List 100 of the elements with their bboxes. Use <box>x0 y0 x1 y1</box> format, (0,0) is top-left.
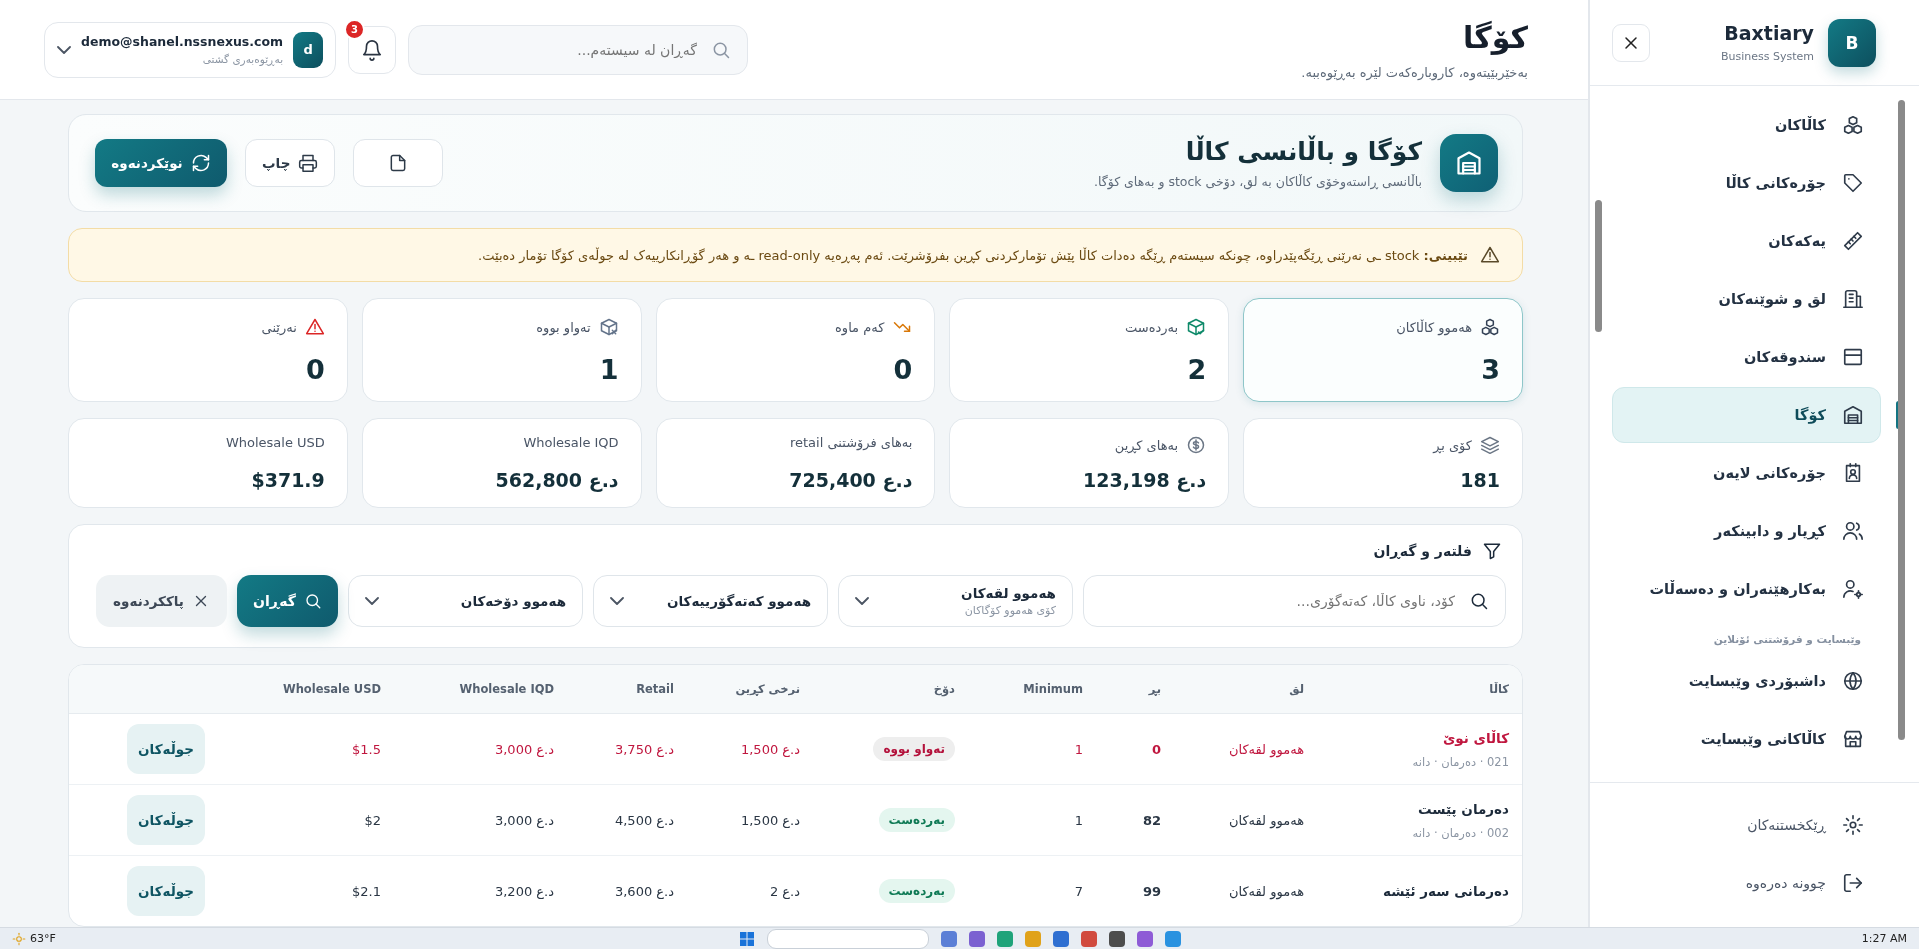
total-value: $371.9 <box>251 469 325 491</box>
tray-icon <box>1842 346 1864 368</box>
total-label: بەهای کڕین <box>1114 437 1179 453</box>
scrollbar[interactable] <box>1595 200 1602 332</box>
sidebar-item[interactable]: کاڵاکان <box>1612 97 1881 153</box>
user-avatar: d <box>293 31 323 68</box>
table-cell-text: 3,600 د.ع <box>613 883 674 899</box>
hero-description: باڵانسی ڕاستەوخۆی کاڵاکان بە لق، دۆخی stock و بەهای کۆگا. <box>1093 174 1422 189</box>
search-icon <box>1469 591 1489 611</box>
status-badge: بەردەست <box>878 879 955 903</box>
brand-tagline: Business System <box>1720 50 1814 63</box>
table-cell-text: 1,500 د.ع <box>739 812 800 828</box>
column-header: لق <box>1288 682 1304 696</box>
table-cell-text: 3,000 د.ع <box>493 812 554 828</box>
filter-title: فلتەر و گەڕان <box>1373 543 1472 559</box>
movements-button[interactable]: جوڵەکان <box>127 795 205 845</box>
export-button[interactable] <box>353 139 444 187</box>
warehouse-icon <box>1842 404 1864 426</box>
search-button[interactable]: گەڕان <box>237 575 338 627</box>
sidebar-item[interactable]: لق و شوێنەکان <box>1612 271 1881 327</box>
user-role: بەڕێوەبەری گشتی <box>202 53 284 65</box>
windows-logo-icon[interactable] <box>738 930 755 947</box>
sidebar-item[interactable]: سندوقەکان <box>1612 329 1881 385</box>
taskbar-app-icon[interactable] <box>940 930 957 947</box>
table-cell-text: 1 <box>1073 812 1083 828</box>
search-input[interactable]: گەڕان لە سیستەم... <box>425 24 699 75</box>
sidebar-item[interactable]: ڕێکخستنەکان <box>1618 797 1881 853</box>
ruler-icon <box>1842 230 1864 252</box>
product-name: دەرمانی سەر ئێشە <box>1383 883 1509 899</box>
taskbar-app-icon[interactable] <box>1108 930 1125 947</box>
warehouse-badge-icon <box>1440 134 1498 192</box>
notice-text: تێبینی: stock ـی نەرێنی ڕێگەپێدراوە، چونکە سیستەم ڕێگە دەدات کاڵا پێش تۆمارکردنی کڕین بفرۆشرێت. ئەم پەڕەیە read-only ـە و هەر گۆڕانکارییەک لە جوڵەی کۆگا تۆمار دەبێت. <box>478 247 1468 263</box>
logout-icon <box>1842 872 1864 894</box>
table-cell-text: 4,500 د.ع <box>613 812 674 828</box>
warning-icon <box>304 317 325 337</box>
close-button[interactable] <box>1612 23 1650 62</box>
boxes-icon <box>1480 317 1500 337</box>
total-label: بەهای فرۆشتنی retail <box>789 435 913 450</box>
tag-icon <box>1842 172 1864 194</box>
stat-value: 1 <box>598 354 619 385</box>
store-icon <box>1842 728 1864 750</box>
page-title: کۆگا <box>1462 19 1528 55</box>
sidebar-item[interactable]: کاڵاکانی وێبسایت <box>1612 711 1881 767</box>
total-value: 562,800 د.ع <box>495 469 619 491</box>
table-cell-text: 0 <box>1150 741 1161 757</box>
printer-icon <box>298 153 319 173</box>
total-value: 181 <box>1460 469 1500 491</box>
movements-button[interactable]: جوڵەکان <box>127 724 205 774</box>
column-header: Wholesale IQD <box>458 682 554 696</box>
total-label: کۆی بڕ <box>1433 437 1472 453</box>
taskbar-app-icon[interactable] <box>968 930 985 947</box>
package-x-icon <box>598 317 619 337</box>
dollar-circle-icon <box>1186 435 1207 455</box>
product-name: کاڵای نوێ <box>1442 729 1509 746</box>
sidebar-item[interactable]: کڕیار و دابینکەر <box>1612 503 1881 559</box>
table-cell-text: 1,500 د.ع <box>739 741 800 757</box>
taskbar-search-field[interactable] <box>766 928 929 949</box>
chevron-down-icon <box>610 597 624 605</box>
sidebar-item[interactable]: جۆرەکانی کاڵا <box>1612 155 1881 211</box>
boxes-icon <box>1842 114 1864 136</box>
search-field[interactable]: گەڕان لە سیستەم... <box>408 24 748 75</box>
hero-title: کۆگا و باڵانسی کاڵا <box>1184 137 1422 166</box>
sidebar-item[interactable]: چوونە دەرەوە <box>1618 855 1881 911</box>
dropdown[interactable]: هەموو لقەکان کۆی هەموو کۆگاکان <box>838 575 1073 627</box>
sidebar-item[interactable]: بەکارهێنەران و دەسەڵات <box>1612 561 1881 617</box>
search-input[interactable]: کۆد، ناوی کاڵا، کەتەگۆری... <box>1100 575 1457 627</box>
taskbar-app-icon[interactable] <box>1136 930 1153 947</box>
globe-icon <box>1842 670 1864 692</box>
sidebar-item[interactable]: داشبۆردی وێبسایت <box>1612 653 1881 709</box>
table-cell-text: هەموو لقەکان <box>1227 883 1304 899</box>
table-cell-text: $2.1 <box>351 883 381 899</box>
dropdown[interactable]: هەموو دۆخەکان <box>348 575 583 627</box>
total-label: Wholesale IQD <box>523 435 619 450</box>
users-icon <box>1842 520 1864 542</box>
user-email: demo@shanel.nssnexus.com <box>81 34 284 49</box>
notifications-button[interactable] <box>348 25 396 74</box>
dropdown[interactable]: هەموو کەتەگۆرییەکان <box>593 575 828 627</box>
table-cell-text: 2 د.ع <box>768 883 800 899</box>
stat-value: 2 <box>1186 354 1207 385</box>
scrollbar[interactable] <box>1898 100 1905 740</box>
sidebar-item[interactable]: کۆگا <box>1612 387 1881 443</box>
search-field[interactable]: کۆد، ناوی کاڵا، کەتەگۆری... <box>1083 575 1506 627</box>
table-cell-text: $2 <box>363 812 381 828</box>
clear-button[interactable]: پاککردنەوە <box>96 575 227 627</box>
taskbar-app-icon[interactable] <box>1052 930 1069 947</box>
column-header: دۆخ <box>932 682 955 696</box>
refresh-icon <box>190 153 211 173</box>
column-header: نرخی کڕین <box>734 682 800 696</box>
stat-label: کەم ماوە <box>835 319 885 335</box>
print-button[interactable]: چاپ <box>245 139 336 187</box>
sidebar-item[interactable]: یەکەکان <box>1612 213 1881 269</box>
column-header: کاڵا <box>1488 682 1509 696</box>
status-badge: بەردەست <box>878 808 955 832</box>
sidebar-item[interactable]: جۆرەکانی لایەن <box>1612 445 1881 501</box>
package-check-icon <box>1186 317 1207 337</box>
taskbar-app-icon[interactable] <box>1080 930 1097 947</box>
refresh-button[interactable]: نوێکردنەوە <box>95 139 227 187</box>
movements-button[interactable]: جوڵەکان <box>127 866 205 916</box>
status-badge: تەواو بووە <box>873 737 955 761</box>
notification-count: 3 <box>344 18 365 40</box>
